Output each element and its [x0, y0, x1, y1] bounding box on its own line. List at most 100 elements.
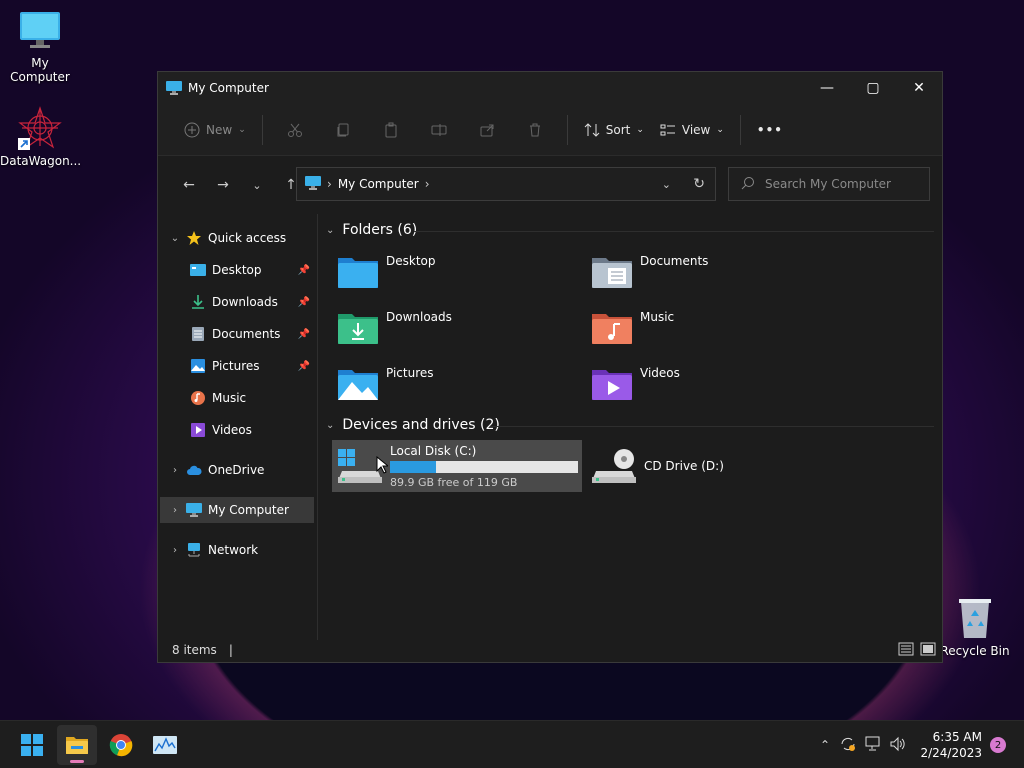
address-dropdown-icon[interactable]: ⌄	[662, 178, 671, 191]
rename-icon	[431, 123, 447, 136]
desktop-icon-label: DataWagon...	[0, 154, 82, 168]
folder-documents[interactable]: Documents	[590, 252, 830, 296]
forward-arrow-icon[interactable]: →	[206, 177, 240, 193]
recent-locations-chevron-icon[interactable]: ⌄	[240, 179, 274, 192]
desktop-icon-recycle-bin[interactable]: Recycle Bin	[935, 596, 1015, 658]
folder-music[interactable]: Music	[590, 308, 830, 352]
plus-circle-icon	[184, 122, 200, 137]
refresh-icon[interactable]: ↻	[693, 176, 705, 192]
cloud-icon	[186, 462, 202, 478]
sidebar-item-quick-access[interactable]: ⌄ Quick access	[160, 225, 314, 251]
start-button[interactable]	[12, 725, 52, 765]
chevron-right-icon[interactable]: ›	[164, 465, 186, 476]
datawagon-logo-icon	[18, 106, 62, 150]
folders-section-header[interactable]: ⌄ Folders (6)	[326, 222, 417, 238]
copy-button[interactable]	[319, 122, 367, 138]
show-hidden-icons-chevron-icon[interactable]: ⌃	[816, 738, 834, 752]
share-button[interactable]	[463, 122, 511, 138]
chevron-right-icon[interactable]: ›	[164, 505, 186, 516]
address-bar[interactable]: › My Computer › ⌄ ↻	[296, 167, 716, 201]
pin-icon[interactable]: 📌	[298, 297, 310, 308]
close-button[interactable]: ✕	[896, 72, 942, 104]
sidebar-item-pictures[interactable]: Pictures 📌	[160, 353, 314, 379]
folder-label: Music	[640, 310, 675, 324]
documents-folder-icon	[590, 252, 634, 290]
taskbar-chrome[interactable]	[101, 725, 141, 765]
drive-space-info: 89.9 GB free of 119 GB	[390, 475, 518, 489]
folder-pictures[interactable]: Pictures	[336, 364, 576, 408]
system-tray: ⌃	[816, 721, 910, 768]
chevron-right-icon[interactable]: ›	[164, 545, 186, 556]
chevron-right-icon[interactable]: ›	[425, 177, 430, 191]
sidebar-item-network[interactable]: › Network	[160, 537, 314, 563]
sort-button[interactable]: Sort ⌄	[576, 114, 652, 146]
sidebar-item-label: Quick access	[208, 231, 287, 245]
folder-desktop[interactable]: Desktop	[336, 252, 576, 296]
file-explorer-window: My Computer — ▢ ✕ New ⌄ Sort ⌄ View ⌄ ••…	[157, 71, 943, 663]
drive-usage-bar	[390, 460, 578, 473]
large-icons-view-icon[interactable]	[920, 642, 936, 659]
desktop-icon-my-computer[interactable]: My Computer	[0, 8, 80, 84]
sidebar-item-my-computer[interactable]: › My Computer	[160, 497, 314, 523]
search-box[interactable]: Search My Computer	[728, 167, 930, 201]
new-button[interactable]: New ⌄	[176, 114, 254, 146]
sort-icon	[584, 122, 600, 137]
toolbar-divider	[739, 114, 741, 145]
sidebar-item-label: My Computer	[208, 503, 289, 517]
chevron-down-icon[interactable]: ⌄	[164, 233, 186, 244]
title-bar[interactable]: My Computer — ▢ ✕	[158, 72, 942, 104]
network-status-icon[interactable]	[862, 736, 886, 755]
view-label: View	[681, 122, 711, 137]
sidebar-item-onedrive[interactable]: › OneDrive	[160, 457, 314, 483]
sidebar-item-music[interactable]: Music	[160, 385, 314, 411]
minimize-button[interactable]: —	[804, 72, 850, 104]
drive-local-disk-c[interactable]: Local Disk (C:) 89.9 GB free of 119 GB	[332, 440, 582, 492]
sidebar-item-documents[interactable]: Documents 📌	[160, 321, 314, 347]
rename-button[interactable]	[415, 122, 463, 138]
desktop-icon	[190, 262, 206, 278]
drives-section-header[interactable]: ⌄ Devices and drives (2)	[326, 417, 500, 433]
sidebar-item-downloads[interactable]: Downloads 📌	[160, 289, 314, 315]
taskbar: ⌃ 6:35 AM 2/24/2023 2	[0, 720, 1024, 768]
clipboard-icon	[385, 122, 397, 137]
notification-badge[interactable]: 2	[990, 737, 1006, 753]
windows-logo-icon	[21, 734, 43, 756]
maximize-button[interactable]: ▢	[850, 72, 896, 104]
drive-cd-d[interactable]: CD Drive (D:)	[586, 440, 836, 492]
more-options-button[interactable]: •••	[749, 114, 791, 146]
active-indicator	[70, 760, 84, 763]
sidebar-item-desktop[interactable]: Desktop 📌	[160, 257, 314, 283]
status-divider: |	[228, 643, 233, 657]
cut-button[interactable]	[271, 122, 319, 138]
taskbar-file-explorer[interactable]	[57, 725, 97, 765]
pin-icon[interactable]: 📌	[298, 265, 310, 276]
network-icon	[186, 542, 202, 558]
pin-icon[interactable]: 📌	[298, 329, 310, 340]
paste-button[interactable]	[367, 122, 415, 138]
sidebar-item-label: Videos	[212, 423, 252, 437]
folder-downloads[interactable]: Downloads	[336, 308, 576, 352]
sidebar-item-videos[interactable]: Videos	[160, 417, 314, 443]
chevron-down-icon[interactable]: ⌄	[326, 420, 334, 431]
command-bar: New ⌄ Sort ⌄ View ⌄ •••	[158, 104, 942, 156]
clock-date: 2/24/2023	[920, 746, 982, 760]
desktop-icon-datawagon[interactable]: DataWagon...	[0, 106, 82, 168]
volume-icon[interactable]	[886, 736, 910, 755]
update-sync-icon[interactable]	[834, 735, 862, 756]
delete-button[interactable]	[511, 122, 559, 138]
taskbar-resource-monitor[interactable]	[145, 725, 185, 765]
clock[interactable]: 6:35 AM 2/24/2023	[920, 729, 982, 761]
breadcrumb-my-computer[interactable]: My Computer	[338, 177, 419, 191]
desktop-folder-icon	[336, 252, 380, 290]
pin-icon[interactable]: 📌	[298, 361, 310, 372]
video-icon	[190, 422, 206, 438]
back-arrow-icon[interactable]: ←	[172, 177, 206, 193]
search-icon	[741, 176, 755, 193]
folder-videos[interactable]: Videos	[590, 364, 830, 408]
details-view-icon[interactable]	[898, 642, 914, 659]
pictures-folder-icon	[336, 364, 380, 402]
music-icon	[190, 390, 206, 406]
chevron-down-icon[interactable]: ⌄	[326, 225, 334, 236]
view-button[interactable]: View ⌄	[652, 114, 732, 146]
chevron-right-icon[interactable]: ›	[327, 177, 332, 191]
